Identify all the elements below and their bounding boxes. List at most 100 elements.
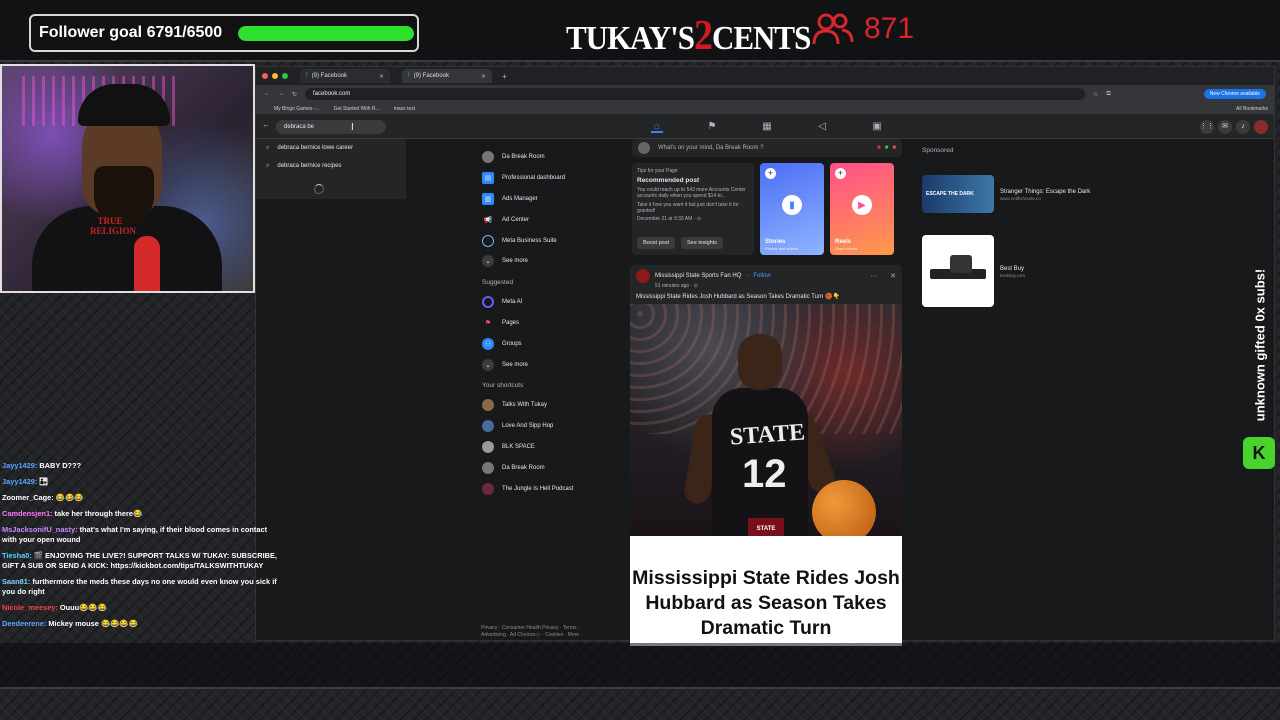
footer-line[interactable]: Privacy · Consumer Health Privacy · Term… — [481, 625, 580, 632]
profile-avatar[interactable] — [1254, 120, 1268, 134]
see-insights-button[interactable]: See insights — [681, 237, 723, 249]
nav-item-pages[interactable]: ⚑ Pages — [478, 313, 628, 334]
search-icon: ⌕ — [266, 144, 270, 151]
nav-label: Ads Manager — [502, 195, 538, 202]
chat-username: Nicole_meesey: — [2, 603, 58, 612]
chevron-down-icon: ⌄ — [482, 358, 494, 371]
reload-icon[interactable]: ↻ — [292, 91, 297, 98]
tips-body: You could reach up to 543 more Accounts … — [637, 187, 746, 199]
nav-item-da-break-room[interactable]: Da Break Room — [478, 147, 628, 168]
shortcut-item[interactable]: Talks With Tukay — [478, 395, 628, 416]
avatar-icon — [482, 440, 494, 453]
star-icon[interactable]: ☆ — [1093, 91, 1098, 98]
extensions-icon[interactable]: ⧉ — [1106, 91, 1110, 98]
facebook-header: ← debraca be ⌂ ⚑ ▦ ◁ ▣ ⋮⋮ ✉ ♪ — [256, 115, 1274, 139]
nav-item-see-more[interactable]: ⌄ See more — [478, 251, 628, 272]
nav-item-groups[interactable]: ⚇ Groups — [478, 333, 628, 354]
nav-item-meta-business-suite[interactable]: Meta Business Suite — [478, 230, 628, 251]
facebook-favicon-icon: f — [408, 73, 410, 79]
search-suggestions: ⌕ debraca bernice lowe career ⌕ debraca be… — [256, 139, 406, 199]
post-photo[interactable]: STATE 12 STATE — [630, 304, 902, 536]
boost-post-button[interactable]: Boost post — [637, 237, 675, 249]
post-headline[interactable]: Mississippi State Rides Josh Hubbard as … — [630, 536, 902, 646]
browser-tab-2[interactable]: f (9) Facebook ✕ — [402, 69, 492, 83]
tips-note: Take it how you want it but just don't t… — [637, 202, 739, 214]
nav-item-professional-dashboard[interactable]: ▤ Professional dashboard — [478, 168, 628, 189]
brand-pre: TUKAY'S — [566, 18, 695, 57]
viewers-icon — [812, 13, 854, 45]
player-head — [738, 334, 782, 390]
chat-text: 😂😂😂 — [55, 493, 84, 502]
menu-grid-icon[interactable]: ⋮⋮ — [1200, 120, 1214, 134]
bookmark-item[interactable]: My Bingo Games -... — [274, 106, 320, 112]
live-video-icon[interactable]: ■ — [877, 145, 881, 151]
chat-text: Ouuu😂😂😂 — [59, 603, 107, 612]
ad-title: Best Buy — [1000, 265, 1025, 272]
forward-icon[interactable]: → — [278, 91, 284, 97]
chat-username: Deedeerene: — [2, 619, 47, 628]
close-icon[interactable]: ✕ — [890, 272, 896, 280]
nav-item-see-more-suggested[interactable]: ⌄ See more — [478, 354, 628, 375]
text-cursor-icon: I — [351, 122, 354, 133]
stories-card[interactable]: + ▮ Stories Photos and videos — [760, 163, 824, 255]
reel-icon[interactable]: ■ — [892, 145, 896, 151]
minimize-window-icon[interactable] — [272, 73, 278, 79]
search-suggestion[interactable]: ⌕ debraca bernice lowe career — [256, 139, 406, 157]
close-window-icon[interactable] — [262, 73, 268, 79]
nav-item-ad-center[interactable]: 📢 Ad Center — [478, 209, 628, 230]
more-options-icon[interactable]: ··· — [870, 273, 877, 280]
reels-card[interactable]: + ▶ Reels Short videos — [830, 163, 894, 255]
new-tab-icon[interactable]: + — [502, 72, 507, 81]
maximize-window-icon[interactable] — [282, 73, 288, 79]
chat-message: Zoomer_Cage: 😂😂😂 — [0, 490, 280, 506]
back-arrow-icon[interactable]: ← — [262, 120, 270, 129]
basketball — [812, 480, 876, 536]
bookmark-item[interactable]: Get Started With R... — [334, 106, 380, 112]
ad-item[interactable]: ESCAPE THE DARK Stranger Things: Escape … — [922, 175, 1102, 213]
subwoofer-product — [950, 255, 972, 273]
ads-megaphone-icon[interactable]: ◁ — [816, 121, 828, 133]
shortcut-item[interactable]: Da Break Room — [478, 457, 628, 478]
shortcut-item[interactable]: The Jungle Is Hell Podcast — [478, 478, 628, 499]
search-suggestion[interactable]: ⌕ debraca bernice recipes — [256, 157, 406, 175]
msstate-logo: STATE — [748, 518, 784, 536]
close-tab-icon[interactable]: ✕ — [379, 73, 384, 80]
calendar-icon[interactable]: ▣ — [871, 121, 883, 133]
ad-item[interactable]: Best Buy bestbuy.com — [922, 235, 1102, 307]
plus-icon: + — [765, 168, 776, 179]
chrome-update-button[interactable]: New Chrome available — [1203, 89, 1266, 99]
pages-flag-icon[interactable]: ⚑ — [706, 121, 718, 133]
shortcut-item[interactable]: BLK SPACE — [478, 437, 628, 458]
meta-ai-icon — [482, 296, 494, 309]
feed-post: Mississippi State Sports Fan HQ · Follow… — [630, 265, 902, 646]
notifications-icon[interactable]: ♪ — [1236, 120, 1250, 134]
ad-image-text: ESCAPE THE DARK — [926, 191, 974, 197]
facebook-search-input[interactable]: debraca be — [276, 120, 386, 134]
ad-url: www.netflixhouse.co — [1000, 195, 1041, 201]
close-tab-icon[interactable]: ✕ — [481, 73, 486, 80]
page-avatar[interactable] — [636, 269, 650, 283]
home-icon[interactable]: ⌂ — [651, 121, 663, 133]
chevron-down-icon: ⌄ — [482, 255, 494, 268]
stories-label: Stories — [765, 239, 786, 245]
nav-item-ads-manager[interactable]: ▥ Ads Manager — [478, 189, 628, 210]
messenger-icon[interactable]: ✉ — [1218, 120, 1232, 134]
jersey-text: STATE — [729, 419, 806, 451]
post-composer[interactable]: What's on your mind, Da Break Room ? ■ ■… — [632, 139, 902, 157]
url-field[interactable]: facebook.com — [305, 88, 1086, 100]
search-value: debraca be — [284, 124, 315, 130]
shortcut-item[interactable]: Love And Sipp Hop — [478, 416, 628, 437]
all-bookmarks[interactable]: All Bookmarks — [1236, 106, 1268, 112]
nav-item-meta-ai[interactable]: Meta AI — [478, 292, 628, 313]
browser-tab-1[interactable]: f (9) Facebook ✕ — [300, 69, 390, 83]
footer-line[interactable]: Advertising · Ad Choices ▷ · Cookies · M… — [481, 632, 580, 639]
photo-icon[interactable]: ■ — [885, 145, 889, 151]
follow-button[interactable]: Follow — [753, 273, 770, 279]
bookmark-item[interactable]: mass text — [394, 106, 415, 112]
marketplace-icon[interactable]: ▦ — [761, 121, 773, 133]
post-page-name[interactable]: Mississippi State Sports Fan HQ — [655, 273, 741, 279]
chat-username: MsJacksonifU_nasty: — [2, 525, 78, 534]
back-icon[interactable]: ← — [264, 91, 270, 97]
browser-window: f (9) Facebook ✕ f (9) Facebook ✕ + ← → ↻ fa… — [255, 66, 1275, 646]
chat-message: Tiesha0: 🎬 ENJOYING THE LIVE?! SUPPORT TA… — [0, 548, 280, 574]
